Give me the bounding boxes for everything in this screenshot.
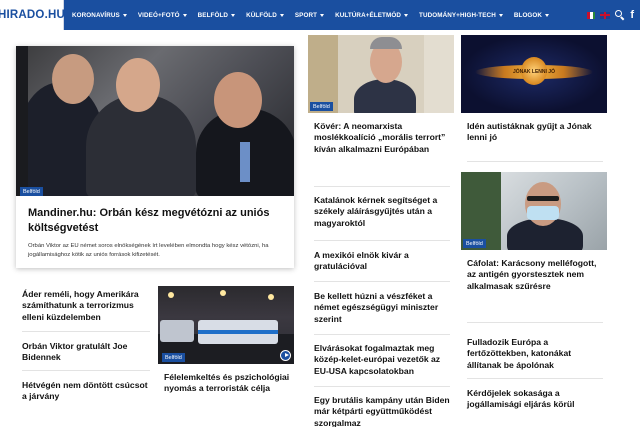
hungarian-flag-icon[interactable]	[587, 11, 596, 19]
divider	[314, 186, 450, 187]
english-flag-icon[interactable]	[600, 11, 611, 19]
divider	[314, 281, 450, 282]
site-logo: HIRADO.HU	[0, 9, 65, 21]
article-link[interactable]: Be kellett húzni a vészféket a német egé…	[314, 291, 450, 325]
photo-face	[214, 72, 262, 128]
article-link[interactable]: Egy brutális kampány után Biden már kétp…	[314, 395, 450, 427]
divider	[314, 334, 450, 335]
chevron-down-icon	[122, 13, 127, 17]
photo-figure	[354, 79, 416, 113]
article-link[interactable]: Orbán Viktor gratulált Joe Bidennek	[22, 341, 150, 364]
divider	[314, 240, 450, 241]
top-navigation-bar: HIRADO.HU KORONAVÍRUS VIDEÓ+FOTÓ BELFÖLD…	[0, 0, 640, 30]
menu-item-blogok[interactable]: BLOGOK	[513, 11, 550, 19]
article-link[interactable]: Hétvégén nem döntött csúcsot a járvány	[22, 380, 150, 403]
site-logo-link[interactable]: HIRADO.HU	[0, 0, 65, 30]
article-link[interactable]: Áder reméli, hogy Amerikára számíthatunk…	[22, 289, 150, 323]
article-link[interactable]: Fulladozik Európa a fertőzöttekben, kato…	[467, 337, 603, 371]
photo-light	[168, 292, 174, 298]
main-menu: KORONAVÍRUS VIDEÓ+FOTÓ BELFÖLD KÜLFÖLD S…	[72, 0, 560, 30]
chevron-down-icon	[231, 13, 236, 17]
menu-item-kultura-eletmod[interactable]: KULTÚRA+ÉLETMÓD	[335, 12, 408, 19]
chevron-down-icon	[545, 13, 550, 17]
chevron-down-icon	[182, 13, 187, 17]
center-top-article-card[interactable]: Belföld	[308, 35, 454, 113]
menu-item-label: KORONAVÍRUS	[72, 11, 120, 19]
menu-item-label: VIDEÓ+FOTÓ	[137, 11, 180, 19]
divider	[467, 161, 603, 162]
feature-article-image[interactable]	[16, 46, 294, 196]
photo-face-mask	[527, 206, 559, 220]
category-badge[interactable]: Belföld	[20, 187, 43, 196]
photo-face	[52, 54, 94, 104]
divider	[314, 386, 450, 387]
divider	[22, 370, 150, 371]
photo-glasses	[527, 196, 559, 201]
feature-article-title[interactable]: Mandiner.hu: Orbán kész megvétózni az un…	[28, 206, 286, 235]
menu-item-label: KÜLFÖLD	[246, 11, 277, 19]
article-link[interactable]: Kövér: A neomarxista moslékkoalíció „mor…	[314, 121, 450, 155]
menu-item-label: BELFÖLD	[197, 11, 229, 19]
article-link[interactable]: Katalánok kérnek segítséget a székely al…	[314, 195, 450, 229]
facebook-icon[interactable]: f	[630, 9, 634, 21]
chevron-down-icon	[404, 13, 408, 17]
photo-face	[116, 58, 160, 112]
right-top-article-image[interactable]: JÓNAK LENNI JÓ	[461, 35, 607, 113]
search-icon[interactable]	[615, 10, 625, 20]
photo-van-stripe	[198, 330, 278, 334]
menu-item-sport[interactable]: SPORT	[294, 11, 325, 19]
photo-logo-text: JÓNAK LENNI JÓ	[513, 69, 555, 75]
chevron-down-icon	[320, 13, 325, 17]
photo-hair	[370, 37, 402, 49]
menu-item-label: TUDOMÁNY+HIGH-TECH	[419, 11, 496, 19]
menu-item-label: KULTÚRA+ÉLETMÓD	[335, 11, 401, 19]
article-link[interactable]: A mexikói elnök kivár a gratulációval	[314, 250, 450, 273]
category-badge[interactable]: Belföld	[162, 353, 185, 362]
photo-shadow	[16, 46, 28, 196]
menu-item-label: BLOGOK	[513, 11, 543, 19]
category-badge[interactable]: Belföld	[310, 102, 333, 111]
feature-article-card[interactable]: Belföld Mandiner.hu: Orbán kész megvétóz…	[16, 46, 294, 268]
divider	[467, 322, 603, 323]
photo-background	[424, 35, 454, 113]
menu-item-label: SPORT	[294, 11, 318, 19]
photo-car	[160, 320, 194, 342]
nav-tools: f	[587, 0, 634, 30]
divider	[22, 331, 150, 332]
article-link[interactable]: Idén autistáknak gyűjt a Jónak lenni jó	[467, 121, 603, 144]
menu-item-kulfold[interactable]: KÜLFÖLD	[246, 12, 284, 19]
play-icon[interactable]	[280, 350, 291, 361]
menu-item-video-foto[interactable]: VIDEÓ+FOTÓ	[138, 12, 187, 19]
video-article-card[interactable]: Belföld Félelemkeltés és pszichológiai n…	[158, 286, 294, 427]
video-article-title[interactable]: Félelemkeltés és pszichológiai nyomás a …	[164, 372, 290, 395]
menu-item-tudomany-high-tech[interactable]: TUDOMÁNY+HIGH-TECH	[419, 12, 503, 19]
chevron-down-icon	[498, 13, 503, 17]
divider	[467, 378, 603, 379]
chevron-down-icon	[279, 13, 284, 17]
article-link[interactable]: Elvárásokat fogalmaztak meg közép-kelet-…	[314, 343, 450, 377]
category-badge[interactable]: Belföld	[463, 239, 486, 248]
photo-light	[268, 294, 274, 300]
article-link[interactable]: Cáfolat: Karácsony melléfogott, az antig…	[467, 258, 603, 292]
right-second-article-card[interactable]: Belföld	[461, 172, 607, 250]
menu-item-belfold[interactable]: BELFÖLD	[197, 11, 236, 19]
photo-tie	[240, 142, 250, 182]
right-top-article-card[interactable]: JÓNAK LENNI JÓ	[461, 35, 607, 113]
article-link[interactable]: Kérdőjelek sokasága a jogállamisági eljá…	[467, 388, 603, 411]
feature-article-lead: Orbán Viktor az EU német soros elnökségé…	[28, 243, 269, 258]
photo-light	[220, 290, 226, 296]
menu-item-koronavirus[interactable]: KORONAVÍRUS	[72, 12, 127, 19]
